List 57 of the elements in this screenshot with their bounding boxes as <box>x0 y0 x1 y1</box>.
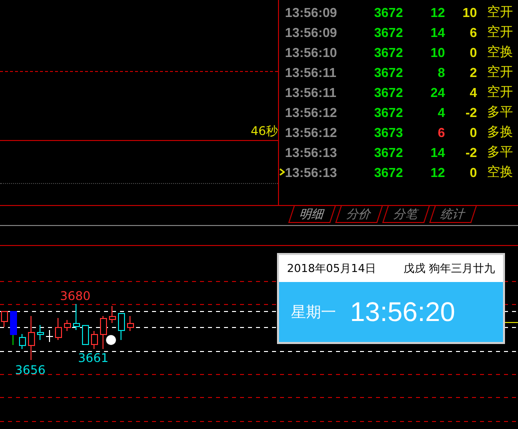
change-cell-text: 0 <box>468 124 477 140</box>
type-cell-text: 多换 <box>487 124 513 141</box>
change-cell-text: 6 <box>468 24 477 40</box>
volume-cell-text: 14 <box>430 24 445 40</box>
price-cell-text: 3672 <box>373 164 403 180</box>
change-cell-text: 10 <box>462 4 477 20</box>
change-cell-text: 0 <box>468 44 477 60</box>
time-cell-text: 13:56:13 <box>285 144 338 160</box>
price-cell-text: 3672 <box>373 4 403 20</box>
price-cell-text: 3672 <box>373 64 403 80</box>
type-cell-text: 多平 <box>487 104 513 121</box>
volume-cell-text: 4 <box>436 104 445 120</box>
volume-cell-text: 12 <box>430 4 445 20</box>
price-cell-text: 3673 <box>373 124 403 140</box>
time-cell-text: 13:56:13 <box>285 164 338 180</box>
date-text: 2018年05月14日 <box>287 261 376 276</box>
change-cell-text: 4 <box>468 84 477 100</box>
volume-cell-text: 24 <box>430 84 445 100</box>
price-cell-text: 3672 <box>373 104 403 120</box>
time-cell-text: 13:56:11 <box>285 64 338 80</box>
countdown-label: 46秒 <box>250 123 278 140</box>
change-cell-text: 0 <box>468 164 477 180</box>
change-cell-text: -2 <box>464 104 477 120</box>
price-cell-text: 3672 <box>373 44 403 60</box>
change-cell-text: -2 <box>464 144 477 160</box>
weekday-text: 星期一 <box>291 302 336 322</box>
clock-time: 13:56:20 <box>350 296 456 328</box>
high-price-label: 3680 <box>60 289 91 303</box>
volume-cell-text: 6 <box>436 124 445 140</box>
type-cell-text: 空开 <box>487 84 513 101</box>
price-cell-text: 3672 <box>373 24 403 40</box>
type-cell-text: 空换 <box>487 44 513 61</box>
low-price-label: 3656 <box>15 363 46 377</box>
tab[interactable]: 统计 <box>429 206 477 223</box>
tab[interactable]: 分笔 <box>382 206 430 223</box>
price-cell-text: 3672 <box>373 84 403 100</box>
volume-cell-text: 14 <box>430 144 445 160</box>
price-cell-text: 3672 <box>373 144 403 160</box>
low-price-label: 3661 <box>78 351 109 365</box>
volume-cell-text: 8 <box>436 64 445 80</box>
time-cell-text: 13:56:12 <box>285 124 338 140</box>
type-cell-text: 空换 <box>487 164 513 181</box>
lunar-date-text: 戊戌 狗年三月廿九 <box>404 261 495 276</box>
type-cell-text: 空开 <box>487 24 513 41</box>
volume-cell-text: 10 <box>430 44 445 60</box>
tab[interactable]: 分价 <box>335 206 383 223</box>
type-cell-text: 空开 <box>487 64 513 81</box>
type-cell-text: 多平 <box>487 144 513 161</box>
time-cell-text: 13:56:09 <box>285 24 338 40</box>
volume-cell-text: 12 <box>430 164 445 180</box>
time-cell-text: 13:56:10 <box>285 44 338 60</box>
tab[interactable]: 明细 <box>288 206 336 223</box>
type-cell-text: 空开 <box>487 4 513 21</box>
time-cell-text: 13:56:12 <box>285 104 338 120</box>
time-cell-text: 13:56:09 <box>285 4 338 20</box>
change-cell-text: 2 <box>468 64 477 80</box>
time-cell-text: 13:56:11 <box>285 84 338 100</box>
